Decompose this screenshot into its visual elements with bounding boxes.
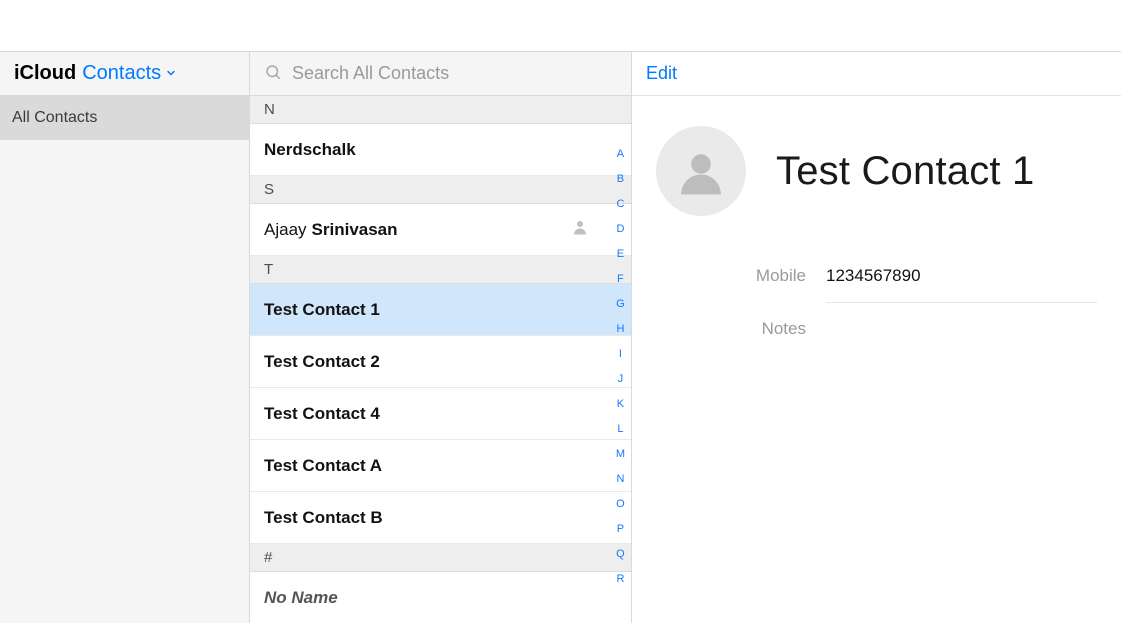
contact-row[interactable]: Test Contact 1 bbox=[250, 284, 631, 336]
field-value[interactable]: 1234567890 bbox=[826, 266, 921, 286]
alpha-letter[interactable]: L bbox=[616, 421, 625, 438]
field-mobile: Mobile 1234567890 bbox=[656, 256, 1097, 296]
contact-row[interactable]: Ajaay Srinivasan bbox=[250, 204, 631, 256]
contact-last-name: Test Contact B bbox=[264, 508, 383, 528]
contact-last-name: Test Contact 4 bbox=[264, 404, 380, 424]
brand-label: iCloud bbox=[14, 62, 76, 85]
alphabet-index[interactable]: A B C D E F G H I J K L M N O P Q R bbox=[616, 96, 625, 588]
contact-row[interactable]: No Name bbox=[250, 572, 631, 623]
contact-row[interactable]: Test Contact 4 bbox=[250, 388, 631, 440]
alpha-letter[interactable]: H bbox=[616, 321, 625, 338]
contact-last-name: Test Contact 2 bbox=[264, 352, 380, 372]
contacts-list-column: N Nerdschalk S Ajaay Srinivasan T Test C… bbox=[250, 52, 632, 623]
contact-last-name: Nerdschalk bbox=[264, 140, 356, 160]
contact-row[interactable]: Test Contact B bbox=[250, 492, 631, 544]
contact-last-name: Srinivasan bbox=[312, 220, 398, 240]
contact-card: Test Contact 1 Mobile 1234567890 Notes bbox=[632, 96, 1121, 379]
contact-detail-pane: Edit Test Contact 1 Mobile 1234567890 No… bbox=[632, 52, 1121, 623]
alpha-letter[interactable]: B bbox=[616, 171, 625, 188]
sidebar-header: iCloud Contacts bbox=[0, 52, 249, 96]
section-letter: S bbox=[264, 181, 274, 198]
field-separator bbox=[826, 302, 1097, 303]
alpha-letter[interactable]: P bbox=[616, 521, 625, 538]
groups-sidebar: iCloud Contacts All Contacts bbox=[0, 52, 250, 623]
alpha-letter[interactable]: A bbox=[616, 146, 625, 163]
alpha-letter[interactable]: Q bbox=[616, 546, 625, 563]
alpha-letter[interactable]: N bbox=[616, 471, 625, 488]
group-label: All Contacts bbox=[12, 109, 97, 127]
edit-button[interactable]: Edit bbox=[646, 63, 677, 84]
contact-avatar[interactable] bbox=[656, 126, 746, 216]
alpha-letter[interactable]: C bbox=[616, 196, 625, 213]
contact-last-name: Test Contact 1 bbox=[264, 300, 380, 320]
alpha-letter[interactable]: E bbox=[616, 246, 625, 263]
section-letter: N bbox=[264, 101, 275, 118]
section-header: # bbox=[250, 544, 631, 572]
field-label: Notes bbox=[656, 319, 806, 339]
section-header: S bbox=[250, 176, 631, 204]
view-dropdown[interactable]: Contacts bbox=[82, 62, 177, 85]
alpha-letter[interactable]: O bbox=[616, 496, 625, 513]
contact-last-name: Test Contact A bbox=[264, 456, 382, 476]
alpha-letter[interactable]: I bbox=[616, 346, 625, 363]
contacts-list[interactable]: N Nerdschalk S Ajaay Srinivasan T Test C… bbox=[250, 96, 631, 623]
alpha-letter[interactable]: M bbox=[616, 446, 625, 463]
field-notes: Notes bbox=[656, 309, 1097, 349]
alpha-letter[interactable]: K bbox=[616, 396, 625, 413]
search-icon bbox=[264, 63, 282, 85]
alpha-letter[interactable]: R bbox=[616, 571, 625, 588]
alpha-letter[interactable]: J bbox=[616, 371, 625, 388]
alpha-letter[interactable]: F bbox=[616, 271, 625, 288]
chevron-down-icon bbox=[165, 62, 177, 85]
field-label: Mobile bbox=[656, 266, 806, 286]
contact-first-name: Ajaay bbox=[264, 220, 307, 240]
person-silhouette-icon bbox=[571, 218, 589, 241]
contact-last-name: No Name bbox=[264, 588, 338, 608]
section-letter: # bbox=[264, 549, 272, 566]
contact-row[interactable]: Nerdschalk bbox=[250, 124, 631, 176]
section-letter: T bbox=[264, 261, 273, 278]
detail-toolbar: Edit bbox=[632, 52, 1121, 96]
alpha-letter[interactable]: D bbox=[616, 221, 625, 238]
window-titlebar bbox=[0, 0, 1121, 52]
view-dropdown-label: Contacts bbox=[82, 62, 161, 85]
section-header: N bbox=[250, 96, 631, 124]
contact-name: Test Contact 1 bbox=[776, 149, 1034, 194]
alpha-letter[interactable]: G bbox=[616, 296, 625, 313]
contact-row[interactable]: Test Contact 2 bbox=[250, 336, 631, 388]
search-bar bbox=[250, 52, 631, 96]
group-all-contacts[interactable]: All Contacts bbox=[0, 96, 249, 140]
contact-row[interactable]: Test Contact A bbox=[250, 440, 631, 492]
section-header: T bbox=[250, 256, 631, 284]
search-input[interactable] bbox=[290, 62, 617, 85]
